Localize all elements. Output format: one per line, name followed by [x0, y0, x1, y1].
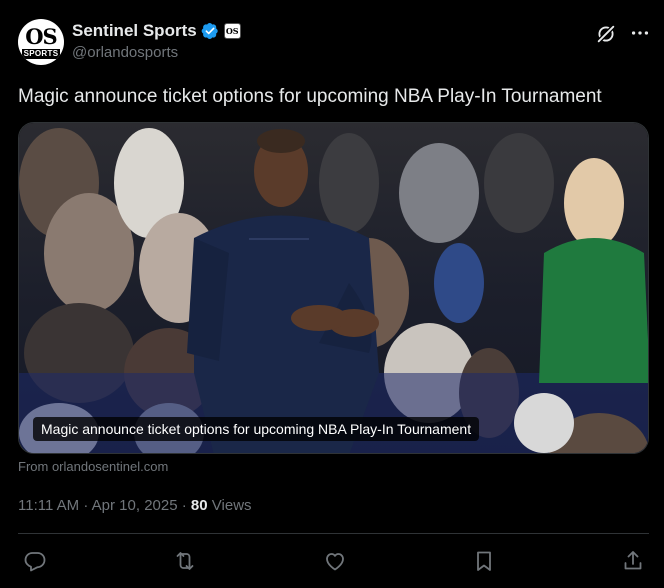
avatar-logo-text: OS	[25, 24, 57, 49]
more-icon[interactable]	[629, 22, 651, 44]
retweet-icon[interactable]	[173, 549, 197, 573]
grok-icon[interactable]	[595, 23, 617, 45]
verified-badge-icon[interactable]	[201, 22, 219, 40]
name-row: Sentinel Sports OS	[72, 20, 241, 42]
display-name[interactable]: Sentinel Sports	[72, 20, 197, 42]
reply-icon[interactable]	[23, 549, 47, 573]
divider	[18, 533, 649, 534]
handle[interactable]: @orlandosports	[72, 44, 178, 62]
share-icon[interactable]	[621, 549, 645, 573]
views-label: Views	[211, 497, 252, 514]
tweet-time[interactable]: 11:11 AM	[18, 497, 79, 514]
card-source[interactable]: From orlandosentinel.com	[18, 459, 168, 475]
card-title: Magic announce ticket options for upcomi…	[33, 417, 480, 441]
action-bar	[18, 546, 649, 576]
avatar[interactable]: OS SPORTS	[18, 19, 64, 65]
link-card[interactable]: Magic announce ticket options for upcomi…	[18, 122, 649, 454]
meta-separator: ·	[83, 497, 89, 514]
avatar-logo-subtext: SPORTS	[21, 49, 61, 59]
tweet-header: OS SPORTS Sentinel Sports OS @orlandospo…	[18, 18, 658, 66]
meta-separator: ·	[181, 497, 187, 514]
affiliate-badge[interactable]: OS	[223, 23, 241, 39]
heart-icon[interactable]	[323, 549, 347, 573]
card-image[interactable]	[19, 123, 649, 454]
bookmark-icon[interactable]	[472, 549, 496, 573]
tweet-text: Magic announce ticket options for upcomi…	[18, 86, 602, 107]
views-count: 80	[190, 497, 208, 514]
tweet-meta: 11:11 AM · Apr 10, 2025 · 80 Views	[18, 496, 252, 516]
tweet-date[interactable]: Apr 10, 2025	[92, 497, 178, 514]
